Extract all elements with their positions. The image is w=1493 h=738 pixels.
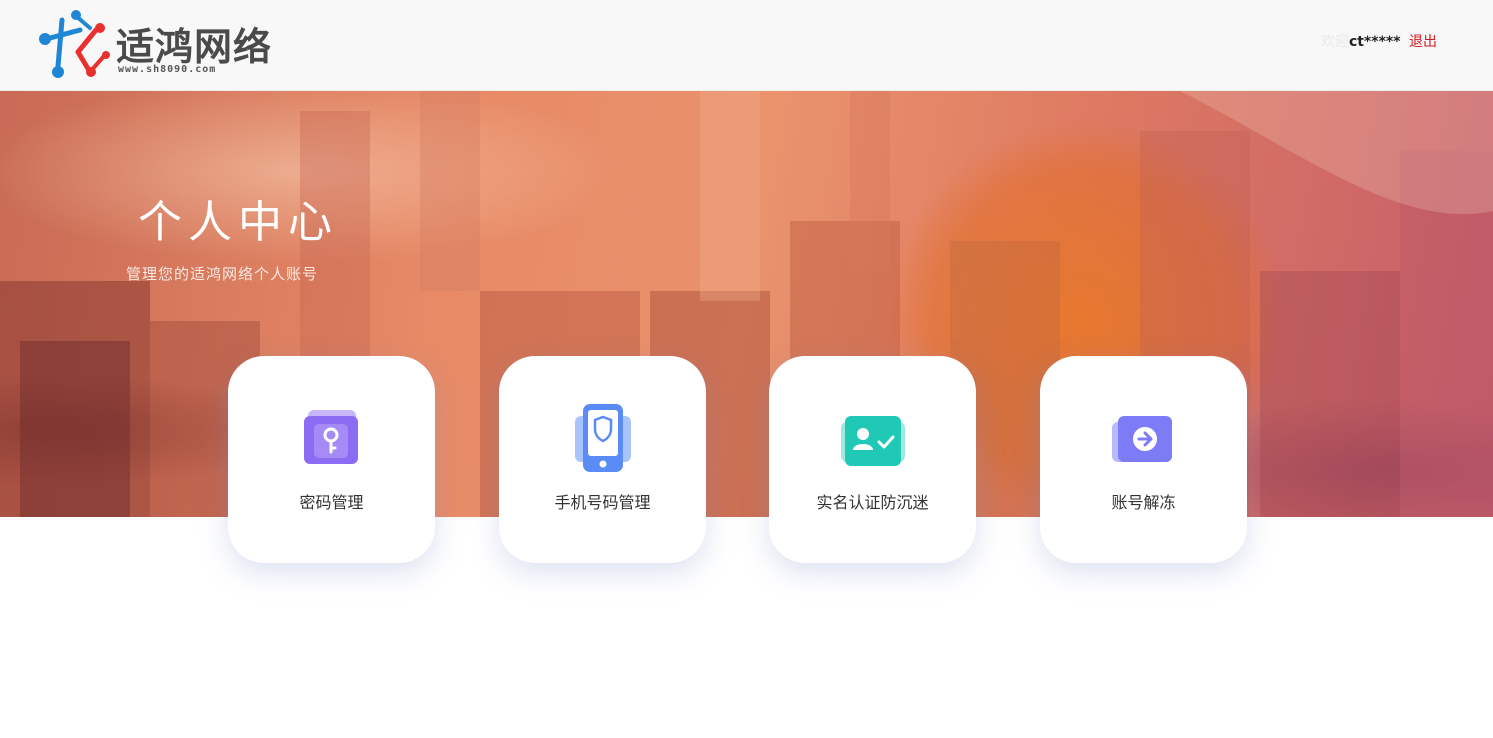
card-label: 密码管理 (299, 493, 364, 512)
greeting-text: 欢迎 (1320, 34, 1349, 50)
logout-link[interactable]: 退出 (1409, 34, 1437, 50)
top-header: 适鸿网络 www.sh8090.com 欢迎ct***** 退出 (0, 0, 1493, 91)
card-label: 账号解冻 (1111, 493, 1176, 512)
logo-title: 适鸿网络 (116, 25, 273, 69)
card-label: 实名认证防沉迷 (816, 493, 929, 512)
site-logo[interactable]: 适鸿网络 www.sh8090.com (38, 8, 278, 80)
user-area: 欢迎ct***** 退出 (1321, 31, 1437, 51)
account-unfreeze-card[interactable]: 账号解冻 (1040, 356, 1247, 563)
phone-shield-icon (575, 404, 631, 472)
id-verify-icon (841, 416, 905, 466)
key-lock-icon (304, 410, 358, 464)
card-label: 手机号码管理 (554, 493, 651, 512)
banner-background-art (0, 91, 1493, 517)
page-title: 个人中心 (138, 197, 338, 248)
arrow-unlock-icon (1112, 416, 1172, 462)
hero-banner: 个人中心 管理您的适鸿网络个人账号 (0, 91, 1493, 517)
phone-management-card[interactable]: 手机号码管理 (499, 356, 706, 563)
logo-mark-icon (39, 10, 110, 78)
logo-url: www.sh8090.com (118, 64, 217, 75)
username: ct***** (1348, 34, 1401, 50)
real-name-verification-card[interactable]: 实名认证防沉迷 (769, 356, 976, 563)
password-management-card[interactable]: 密码管理 (228, 356, 435, 563)
page-subtitle: 管理您的适鸿网络个人账号 (126, 265, 319, 283)
